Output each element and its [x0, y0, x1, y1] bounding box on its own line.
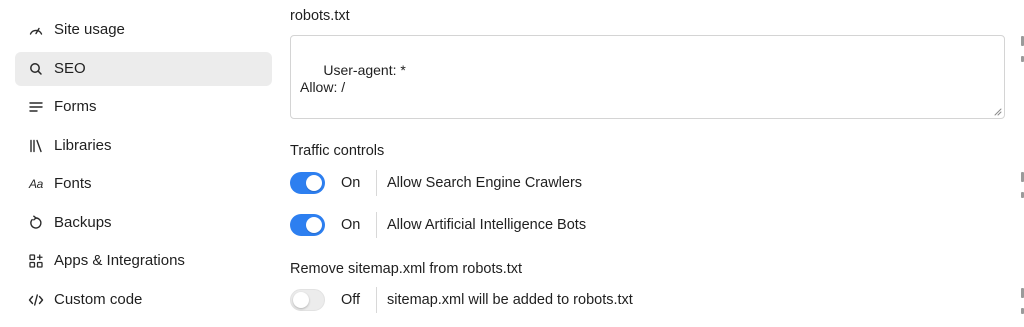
robots-txt-editor[interactable]: User-agent: * Allow: /	[290, 35, 1005, 119]
sidebar-item-label: Fonts	[54, 175, 92, 192]
code-icon	[28, 292, 44, 308]
settings-page: Site usage SEO Forms Libraries Aa Fonts …	[0, 0, 1024, 327]
apps-icon	[28, 253, 44, 269]
sidebar-item-custom-code[interactable]: Custom code	[15, 283, 272, 317]
sidebar-item-label: SEO	[54, 60, 86, 77]
sidebar-item-label: Custom code	[54, 291, 143, 308]
divider	[376, 170, 377, 196]
toggle-description: sitemap.xml will be added to robots.txt	[387, 292, 633, 308]
gauge-icon	[28, 22, 44, 38]
resize-handle-icon[interactable]	[993, 107, 1002, 116]
toggle-knob	[306, 175, 322, 191]
divider	[376, 212, 377, 238]
sidebar-item-fonts[interactable]: Aa Fonts	[15, 167, 272, 201]
robots-txt-content: User-agent: * Allow: /	[300, 62, 406, 95]
sidebar-item-backups[interactable]: Backups	[15, 206, 272, 240]
toggle-description: Allow Search Engine Crawlers	[387, 175, 583, 191]
toggle-description: Allow Artificial Intelligence Bots	[387, 217, 587, 233]
crawlers-toggle[interactable]	[290, 172, 325, 194]
sitemap-toggle[interactable]	[290, 289, 325, 311]
sidebar-item-seo[interactable]: SEO	[15, 52, 272, 86]
sidebar-item-label: Forms	[54, 98, 97, 115]
remove-sitemap-label: Remove sitemap.xml from robots.txt	[290, 261, 523, 277]
ai-bots-toggle[interactable]	[290, 214, 325, 236]
toggle-knob	[293, 292, 309, 308]
search-icon	[28, 61, 44, 77]
seo-settings-panel: robots.txt User-agent: * Allow: / Traffi…	[290, 0, 1005, 327]
lines-icon	[28, 99, 44, 115]
sidebar-item-libraries[interactable]: Libraries	[15, 129, 272, 163]
sidebar-item-label: Backups	[54, 214, 112, 231]
toggle-state-label: Off	[341, 292, 361, 308]
ai-bots-toggle-row: On Allow Artificial Intelligence Bots	[290, 212, 1005, 238]
sidebar-item-label: Site usage	[54, 21, 125, 38]
sidebar-item-apps-integrations[interactable]: Apps & Integrations	[15, 244, 272, 278]
traffic-controls-label: Traffic controls	[290, 143, 385, 159]
fonts-icon: Aa	[28, 177, 44, 191]
sidebar-item-label: Apps & Integrations	[54, 252, 185, 269]
sidebar-item-site-usage[interactable]: Site usage	[15, 13, 272, 47]
sidebar-item-forms[interactable]: Forms	[15, 90, 272, 124]
toggle-knob	[306, 217, 322, 233]
settings-sidebar: Site usage SEO Forms Libraries Aa Fonts …	[0, 0, 290, 327]
toggle-state-label: On	[341, 217, 361, 233]
sitemap-toggle-row: Off sitemap.xml will be added to robots.…	[290, 287, 1005, 313]
sidebar-item-label: Libraries	[54, 137, 112, 154]
toggle-state-label: On	[341, 175, 361, 191]
backup-icon	[28, 215, 44, 231]
library-icon	[28, 138, 44, 154]
crawlers-toggle-row: On Allow Search Engine Crawlers	[290, 170, 1005, 196]
robots-txt-label: robots.txt	[290, 8, 350, 24]
divider	[376, 287, 377, 313]
